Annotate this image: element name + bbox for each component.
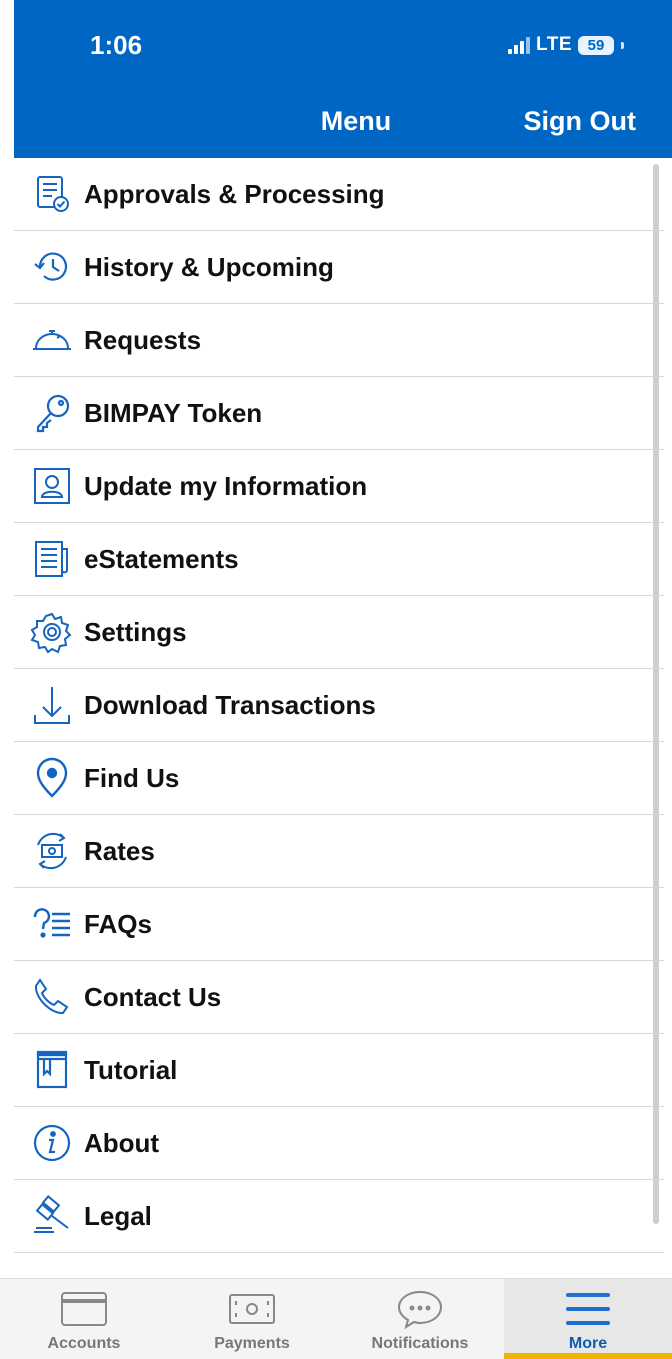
menu-item-approvals[interactable]: Approvals & Processing <box>14 158 664 231</box>
book-icon <box>14 1048 84 1092</box>
chat-bubble-icon <box>397 1290 443 1330</box>
menu-item-label: FAQs <box>84 908 152 939</box>
gear-icon <box>14 610 84 654</box>
menu-item-contact-us[interactable]: Contact Us <box>14 961 664 1034</box>
tab-payments[interactable]: Payments <box>168 1279 336 1359</box>
tab-label: Accounts <box>47 1335 121 1352</box>
menu-item-estatements[interactable]: eStatements <box>14 523 664 596</box>
menu-item-label: BIMPAY Token <box>84 397 263 428</box>
cash-icon <box>229 1294 275 1324</box>
menu-item-label: Update my Information <box>84 470 368 501</box>
menu-item-label: Requests <box>84 324 202 355</box>
menu-item-requests[interactable]: Requests <box>14 304 664 377</box>
menu-item-label: Find Us <box>84 762 180 793</box>
menu-item-label: Download Transactions <box>84 689 376 720</box>
bottom-tab-bar: Accounts Payments Notifications More <box>0 1278 672 1359</box>
gavel-icon <box>14 1194 84 1238</box>
partial-icon <box>14 1268 84 1279</box>
faq-icon <box>14 902 84 946</box>
app-root: 1:06 LTE 59 Menu Sign Out Approvals & Pr… <box>0 0 672 1359</box>
phone-icon <box>14 975 84 1019</box>
left-edge <box>0 0 14 1359</box>
history-icon <box>14 245 84 289</box>
network-type: LTE <box>536 34 572 55</box>
active-tab-indicator <box>504 1353 672 1359</box>
menu-list: Approvals & Processing History & Upcomin… <box>14 158 664 1278</box>
battery-level: 59 <box>587 36 605 54</box>
card-icon <box>61 1292 107 1326</box>
menu-item-label: Legal <box>84 1200 152 1231</box>
menu-item-about[interactable]: About <box>14 1107 664 1180</box>
tab-accounts[interactable]: Accounts <box>0 1279 168 1359</box>
menu-item-history[interactable]: History & Upcoming <box>14 231 664 304</box>
menu-item-legal[interactable]: Legal <box>14 1180 664 1253</box>
signal-strength-icon <box>508 36 531 54</box>
status-indicators: LTE 59 <box>508 34 624 56</box>
download-icon <box>14 683 84 727</box>
tab-notifications[interactable]: Notifications <box>336 1279 504 1359</box>
menu-item-label: eStatements <box>84 543 239 574</box>
menu-item-rates[interactable]: Rates <box>14 815 664 888</box>
tab-label: Notifications <box>371 1335 469 1352</box>
menu-item-label: Approvals & Processing <box>84 178 385 209</box>
info-icon <box>14 1121 84 1165</box>
tab-label: More <box>568 1335 608 1352</box>
battery-tip <box>621 41 624 49</box>
menu-item-update-info[interactable]: Update my Information <box>14 450 664 523</box>
status-time: 1:06 <box>90 30 143 60</box>
menu-item-label: About <box>84 1127 160 1158</box>
sign-out-button[interactable]: Sign Out <box>524 106 636 137</box>
header-bar: 1:06 LTE 59 Menu Sign Out <box>14 0 672 158</box>
key-icon <box>14 391 84 435</box>
menu-item-label: Rates <box>84 835 155 866</box>
tab-label: Payments <box>214 1335 290 1352</box>
service-bell-icon <box>14 318 84 362</box>
hamburger-icon <box>566 1293 610 1325</box>
battery-icon: 59 <box>578 35 614 55</box>
exchange-rates-icon <box>14 829 84 873</box>
menu-item-label: Contact Us <box>84 981 222 1012</box>
menu-item-tutorial[interactable]: Tutorial <box>14 1034 664 1107</box>
menu-item-partial <box>14 1253 664 1278</box>
menu-item-bimpay-token[interactable]: BIMPAY Token <box>14 377 664 450</box>
scrollbar[interactable] <box>653 164 659 1224</box>
menu-item-settings[interactable]: Settings <box>14 596 664 669</box>
approvals-icon <box>14 172 84 216</box>
menu-item-find-us[interactable]: Find Us <box>14 742 664 815</box>
user-profile-icon <box>14 464 84 508</box>
location-pin-icon <box>14 756 84 800</box>
menu-item-label: Settings <box>84 616 187 647</box>
menu-item-label: History & Upcoming <box>84 251 334 282</box>
menu-item-download-transactions[interactable]: Download Transactions <box>14 669 664 742</box>
menu-item-faqs[interactable]: FAQs <box>14 888 664 961</box>
tab-more[interactable]: More <box>504 1279 672 1359</box>
document-icon <box>14 537 84 581</box>
menu-item-label: Tutorial <box>84 1054 178 1085</box>
